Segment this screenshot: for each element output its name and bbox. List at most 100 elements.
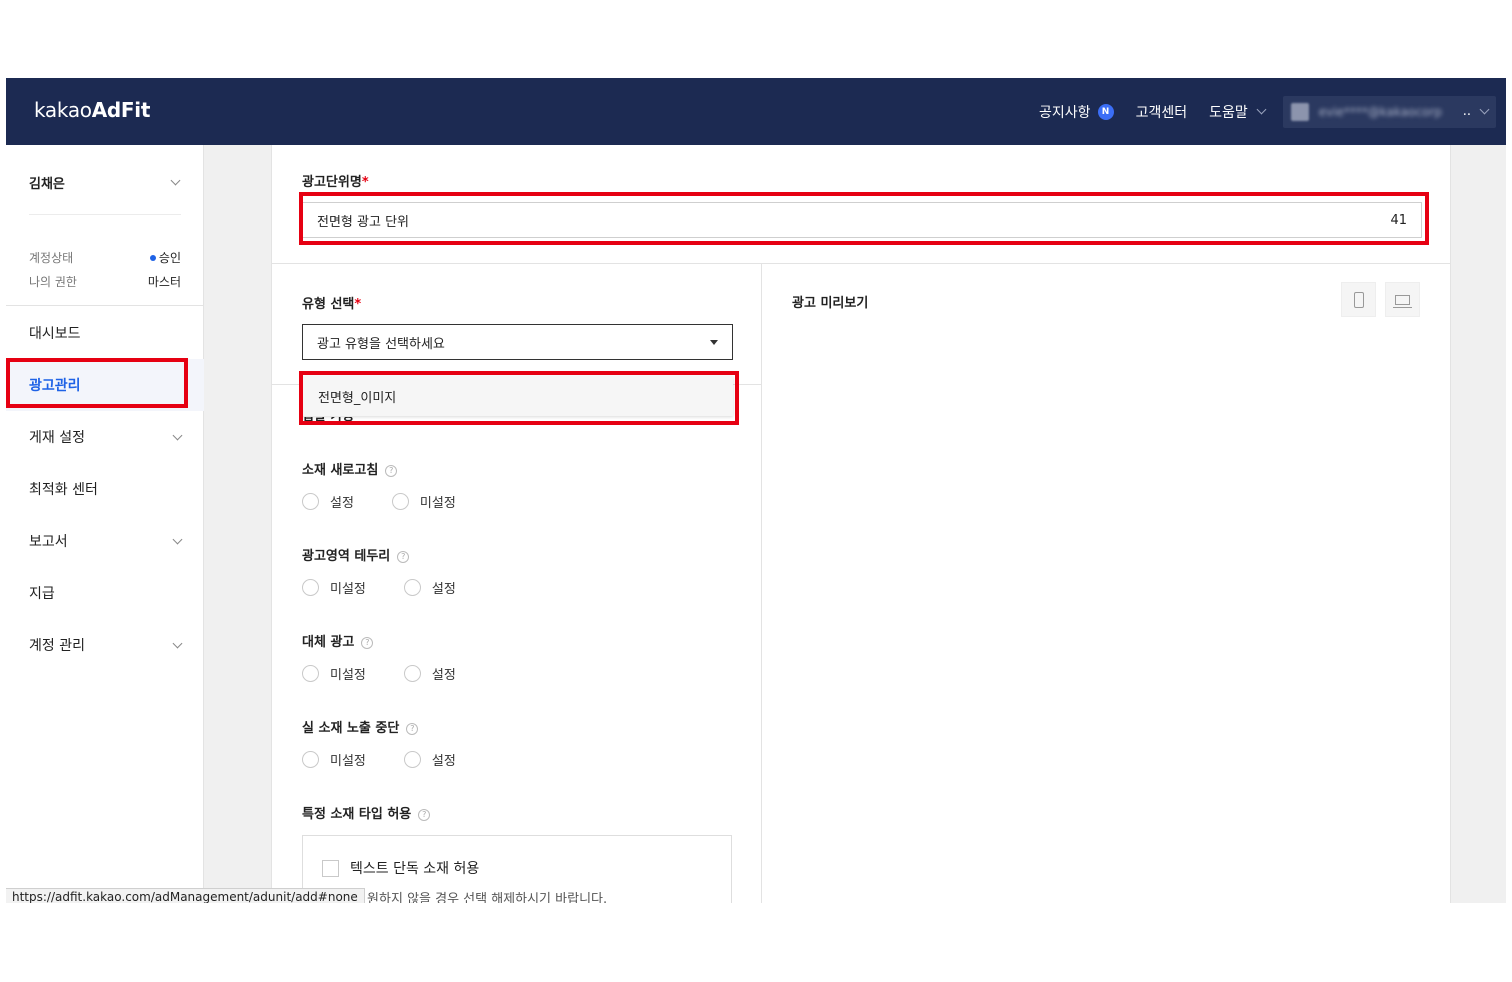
avatar — [1290, 102, 1309, 121]
top-header: kakaoAdFit 공지사항 N 고객센터 도움말 evie****@kaka… — [6, 78, 1506, 145]
radio-label: 미설정 — [330, 582, 366, 597]
radio-circle — [403, 665, 421, 682]
chevron-down-icon — [1479, 104, 1490, 115]
creative-refresh-label-text: 소재 새로고침 — [302, 463, 379, 478]
kakao-adfit-logo[interactable]: kakaoAdFit — [34, 98, 150, 122]
required-mark: * — [361, 175, 369, 190]
account-menu[interactable]: evie****@kakaocorp .. — [1282, 95, 1496, 128]
radio-circle — [302, 751, 319, 768]
sidebar: 김채은 계정상태 승인 나의 권한 마스터 대시보드 광고관리 게재 설정 최적… — [6, 145, 204, 903]
radio-circle — [302, 665, 319, 682]
highlight-box-name-input — [299, 192, 1429, 245]
creative-refresh-radio-group: 설정 미설정 — [302, 492, 494, 511]
ad-type-placeholder: 광고 유형을 선택하세요 — [317, 336, 445, 352]
ad-unit-form-panel: 광고단위명* 전면형 광고 단위 41 유형 선택* 광고 유형을 선택하세요 … — [271, 145, 1451, 903]
text-only-checkbox[interactable] — [322, 859, 339, 877]
help-icon[interactable]: ? — [397, 550, 410, 563]
radio-alt-on[interactable]: 설정 — [403, 664, 456, 683]
radio-label: 미설정 — [419, 496, 456, 511]
chevron-down-icon — [172, 534, 183, 544]
radio-border-off[interactable]: 미설정 — [302, 578, 366, 597]
sidebar-item-dashboard[interactable]: 대시보드 — [6, 307, 204, 359]
sidebar-item-account-management[interactable]: 계정 관리 — [6, 619, 204, 671]
browser-status-url: https://adfit.kakao.com/adManagement/adu… — [6, 888, 365, 903]
help-icon[interactable]: ? — [406, 722, 419, 735]
sidebar-item-label: 지급 — [29, 586, 55, 602]
type-select-label: 유형 선택* — [302, 293, 361, 312]
sidebar-item-placement-settings[interactable]: 게재 설정 — [6, 411, 204, 463]
text-only-label: 텍스트 단독 소재 허용 — [350, 861, 480, 877]
user-selector[interactable]: 김채은 — [29, 173, 181, 192]
help-icon[interactable]: ? — [418, 808, 431, 821]
chevron-down-icon — [172, 430, 183, 440]
radio-label: 설정 — [431, 582, 456, 597]
type-select-label-text: 유형 선택 — [302, 297, 355, 312]
logo-bold-text: AdFit — [91, 98, 151, 122]
status-dot-icon — [149, 254, 156, 261]
notice-label: 공지사항 — [1039, 104, 1091, 121]
role-row: 나의 권한 마스터 — [29, 273, 181, 290]
radio-circle — [302, 493, 319, 510]
sidebar-item-label: 보고서 — [29, 534, 68, 550]
radio-label: 설정 — [330, 496, 354, 511]
help-icon[interactable]: ? — [361, 636, 374, 649]
radio-stop-off[interactable]: 미설정 — [302, 750, 366, 769]
support-link[interactable]: 고객센터 — [1136, 102, 1188, 122]
radio-circle — [391, 493, 409, 510]
divider — [761, 264, 762, 903]
caret-down-icon — [710, 339, 718, 345]
sidebar-item-label: 계정 관리 — [29, 638, 85, 654]
app-window: kakaoAdFit 공지사항 N 고객센터 도움말 evie****@kaka… — [6, 78, 1506, 903]
sidebar-item-payment[interactable]: 지급 — [6, 567, 204, 619]
text-only-checkbox-row[interactable]: 텍스트 단독 소재 허용 — [322, 858, 479, 878]
radio-circle — [302, 579, 319, 596]
ad-border-label-text: 광고영역 테두리 — [302, 549, 391, 564]
sidebar-item-label: 게재 설정 — [29, 430, 85, 446]
status-label: 계정상태 — [29, 251, 74, 265]
highlight-box-dropdown-option — [299, 371, 739, 425]
radio-border-on[interactable]: 설정 — [403, 578, 456, 597]
stop-exposure-radio-group: 미설정 설정 — [302, 750, 494, 769]
text-only-description: 출을 원하지 않을 경우 선택 해제하시기 바랍니다. — [339, 892, 608, 903]
radio-label: 미설정 — [330, 668, 366, 683]
radio-alt-off[interactable]: 미설정 — [302, 664, 366, 683]
account-status-row: 계정상태 승인 — [29, 249, 181, 266]
notice-link[interactable]: 공지사항 N — [1039, 102, 1114, 122]
stop-exposure-label: 실 소재 노출 중단? — [302, 717, 419, 736]
user-name: 김채은 — [29, 177, 65, 192]
help-icon[interactable]: ? — [385, 464, 398, 477]
divider — [6, 305, 204, 306]
radio-stop-on[interactable]: 설정 — [403, 750, 456, 769]
radio-refresh-off[interactable]: 미설정 — [391, 492, 456, 511]
laptop-icon — [1393, 294, 1412, 308]
mobile-preview-button[interactable] — [1341, 282, 1376, 317]
ad-border-radio-group: 미설정 설정 — [302, 578, 494, 597]
pc-preview-button[interactable] — [1385, 282, 1420, 317]
creative-type-box: 텍스트 단독 소재 허용 출을 원하지 않을 경우 선택 해제하시기 바랍니다. — [302, 835, 732, 903]
account-email: evie****@kakaocorp — [1318, 104, 1442, 119]
help-menu[interactable]: 도움말 — [1209, 102, 1267, 122]
chevron-down-icon — [172, 638, 183, 648]
highlight-box-ad-management — [6, 358, 188, 408]
radio-label: 설정 — [431, 754, 456, 769]
new-badge: N — [1097, 103, 1114, 120]
help-label: 도움말 — [1209, 104, 1248, 121]
radio-circle — [403, 751, 421, 768]
sidebar-item-reports[interactable]: 보고서 — [6, 515, 204, 567]
sidebar-item-optimization-center[interactable]: 최적화 센터 — [6, 463, 204, 515]
chevron-down-icon — [1256, 104, 1267, 115]
mobile-icon — [1353, 291, 1364, 308]
radio-refresh-on[interactable]: 설정 — [302, 492, 354, 511]
status-value: 승인 — [158, 251, 181, 265]
divider — [29, 214, 181, 215]
preview-label: 광고 미리보기 — [792, 296, 869, 311]
alternate-ad-radio-group: 미설정 설정 — [302, 664, 494, 683]
alternate-ad-label: 대체 광고? — [302, 631, 374, 650]
specific-creative-type-label: 특정 소재 타입 허용? — [302, 803, 431, 822]
alternate-ad-label-text: 대체 광고 — [302, 635, 355, 650]
ad-type-select[interactable]: 광고 유형을 선택하세요 — [302, 324, 733, 360]
ad-unit-name-label: 광고단위명* — [302, 171, 369, 190]
sidebar-item-label: 대시보드 — [29, 326, 81, 342]
ad-border-label: 광고영역 테두리? — [302, 545, 410, 564]
stop-exposure-label-text: 실 소재 노출 중단 — [302, 721, 400, 736]
